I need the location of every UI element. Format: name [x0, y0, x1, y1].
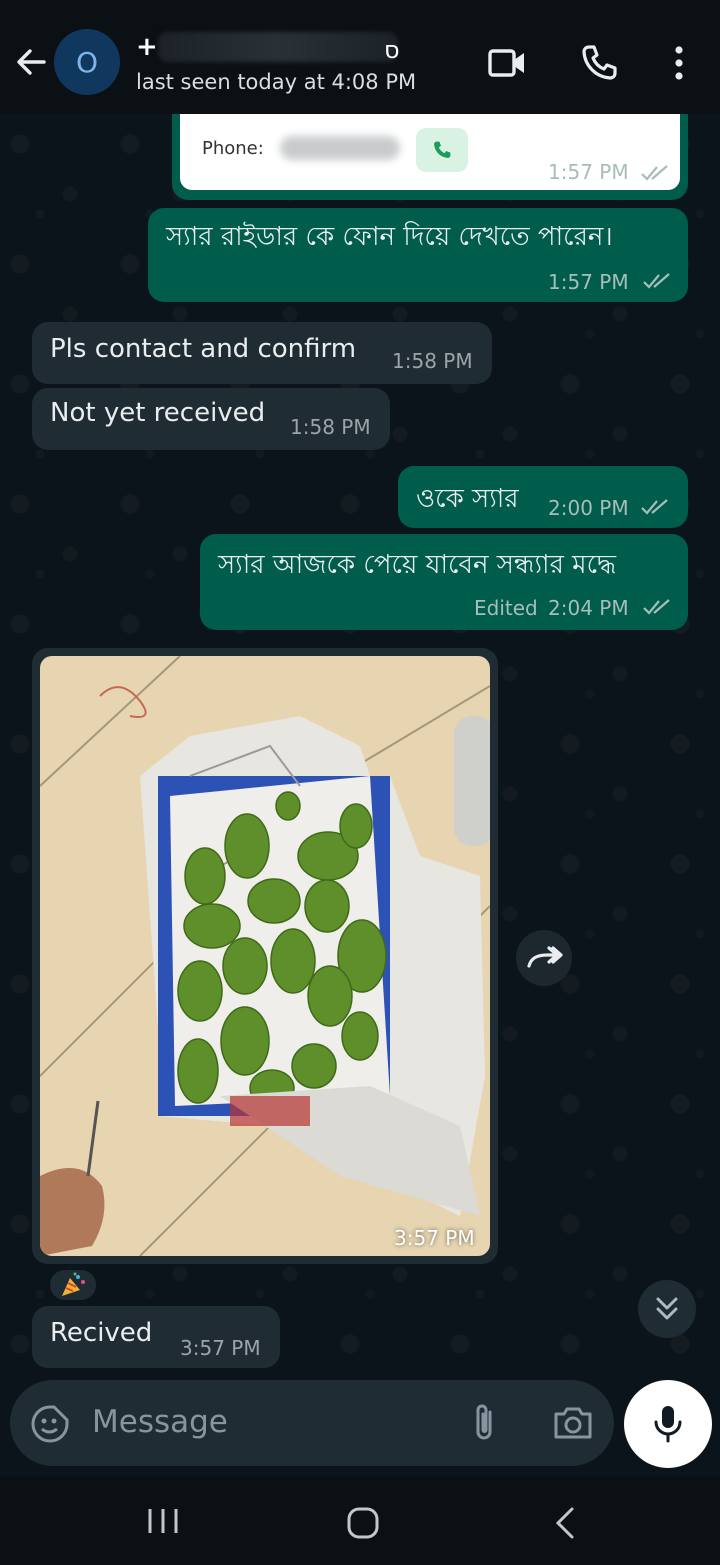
camera-icon[interactable] [552, 1404, 594, 1442]
message-bubble-incoming[interactable]: Recived 3:57 PM [32, 1306, 280, 1368]
message-text: Not yet received [50, 398, 266, 428]
edited-label: Edited [474, 596, 538, 620]
message-text: ওকে স্যার [416, 484, 519, 514]
phone-number-redaction [280, 136, 400, 160]
contact-name-redaction [158, 32, 398, 62]
avatar-initial: O [75, 45, 99, 79]
message-bubble-outgoing[interactable]: স্যার আজকে পেয়ে যাবেন সন্ধ্যার মদ্ধে Ed… [200, 534, 688, 630]
message-time: 3:57 PM [394, 1226, 475, 1250]
message-bubble-incoming[interactable]: Not yet received 1:58 PM [32, 388, 390, 450]
phone-icon[interactable] [416, 128, 468, 172]
reaction-party-popper-icon[interactable] [48, 1268, 98, 1302]
message-input[interactable]: Message [10, 1380, 614, 1466]
back-arrow-icon[interactable] [14, 44, 50, 80]
system-nav-bar [0, 1476, 720, 1565]
photo-mangoes-in-crate[interactable] [40, 656, 490, 1256]
read-ticks-icon [641, 499, 668, 515]
image-message[interactable]: 3:57 PM [32, 648, 498, 1264]
message-list[interactable]: Phone: 1:57 PM স্যার রাইডার কে ফোন দিয়ে… [0, 114, 720, 1380]
mic-button[interactable] [624, 1380, 712, 1468]
nav-home-icon[interactable] [346, 1506, 380, 1540]
compose-bar: Message [0, 1380, 720, 1476]
message-placeholder: Message [92, 1404, 228, 1440]
contact-card-message[interactable]: Phone: [172, 114, 688, 200]
voice-call-icon[interactable] [578, 42, 620, 84]
read-ticks-icon [643, 273, 670, 289]
message-bubble-outgoing[interactable]: ওকে স্যার 2:00 PM [398, 466, 688, 528]
nav-back-icon[interactable] [552, 1506, 578, 1540]
nav-recents-icon[interactable] [146, 1506, 180, 1536]
message-time: 2:04 PM [548, 596, 629, 620]
message-text: স্যার আজকে পেয়ে যাবেন সন্ধ্যার মদ্ধে [218, 550, 617, 580]
scroll-down-icon[interactable] [638, 1280, 696, 1338]
status-bar [0, 0, 720, 10]
chat-header: O + ס last seen today at 4:08 PM [0, 10, 720, 114]
message-bubble-incoming[interactable]: Pls contact and confirm 1:58 PM [32, 322, 492, 384]
contact-name-suffix: ס [384, 36, 400, 64]
message-time: 1:58 PM [290, 415, 371, 439]
forward-icon[interactable] [516, 930, 572, 986]
read-ticks-icon [643, 599, 670, 615]
message-time: 1:57 PM [548, 270, 629, 294]
video-call-icon[interactable] [486, 42, 528, 84]
message-text: স্যার রাইডার কে ফোন দিয়ে দেখতে পারেন। [166, 222, 613, 252]
last-seen-status: last seen today at 4:08 PM [136, 70, 417, 94]
message-bubble-outgoing[interactable]: স্যার রাইডার কে ফোন দিয়ে দেখতে পারেন। 1… [148, 208, 688, 302]
message-time: 3:57 PM [180, 1336, 261, 1360]
message-text: Recived [50, 1318, 153, 1348]
more-options-icon[interactable] [658, 42, 700, 84]
message-time: 1:57 PM [548, 160, 629, 184]
attach-icon[interactable] [468, 1402, 502, 1444]
message-text: Pls contact and confirm [50, 334, 357, 364]
message-time: 1:58 PM [392, 349, 473, 373]
contact-avatar[interactable]: O [54, 29, 120, 95]
message-time: 2:00 PM [548, 496, 629, 520]
emoji-sticker-icon[interactable] [30, 1404, 70, 1444]
card-phone-label: Phone: [202, 138, 264, 159]
contact-name[interactable]: + [136, 32, 158, 62]
read-ticks-icon [641, 165, 668, 181]
mic-icon [654, 1406, 682, 1443]
